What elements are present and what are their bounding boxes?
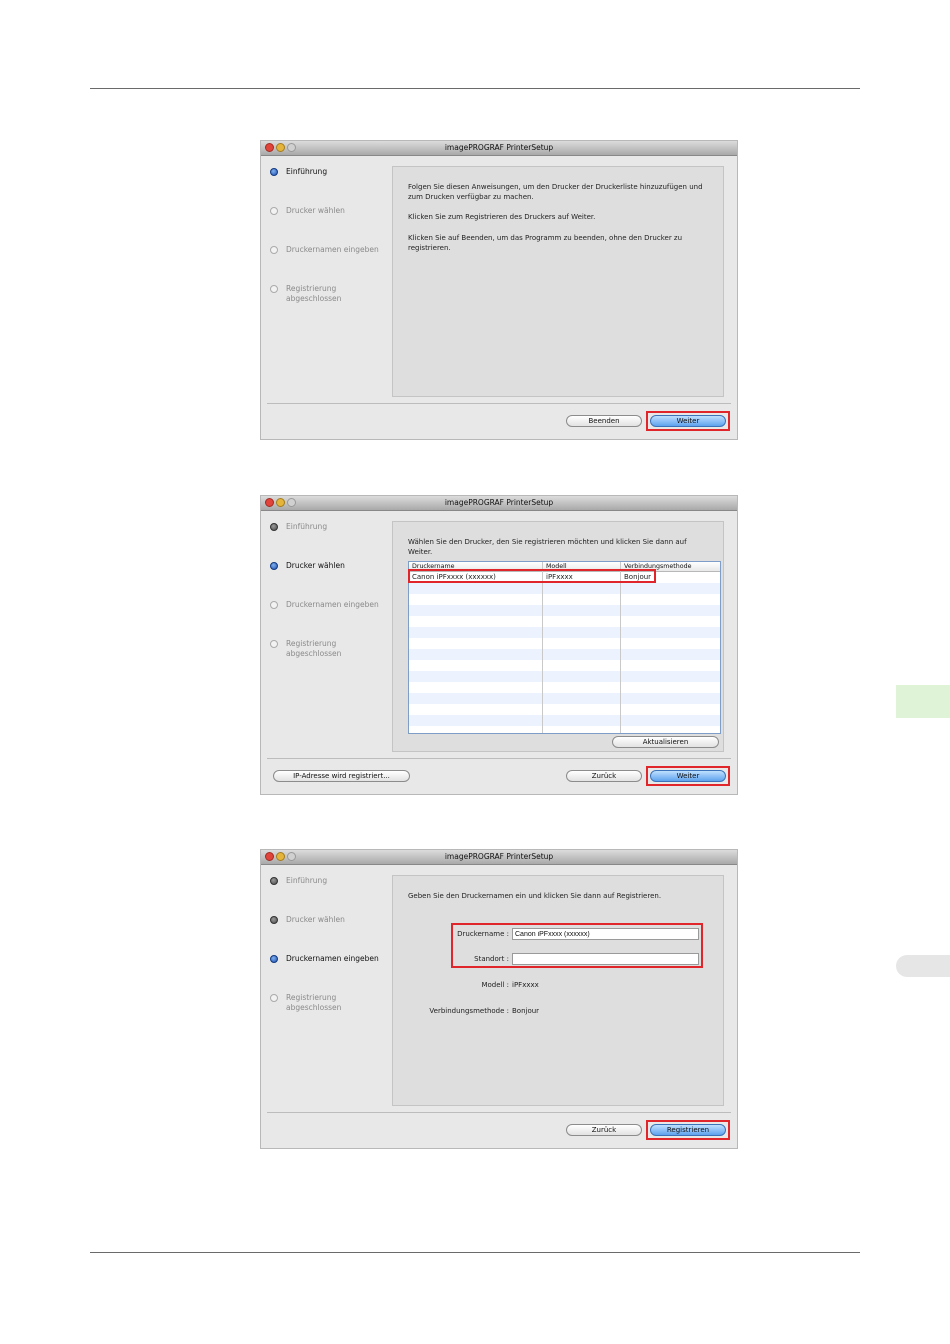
footer-separator bbox=[267, 758, 731, 759]
close-button[interactable] bbox=[265, 498, 274, 507]
table-row-empty bbox=[409, 682, 720, 693]
connection-method-value: Bonjour bbox=[512, 1007, 540, 1015]
quit-button[interactable]: Beenden bbox=[566, 415, 642, 427]
table-row-empty bbox=[409, 605, 720, 616]
register-ip-button[interactable]: IP-Adresse wird registriert... bbox=[273, 770, 410, 782]
intro-paragraph: Klicken Sie zum Registrieren des Drucker… bbox=[408, 213, 596, 221]
step-pending-icon bbox=[270, 207, 278, 215]
setup-window-enter-name: imagePROGRAF PrinterSetup Einführung Dru… bbox=[261, 850, 737, 1148]
step-active-icon bbox=[270, 562, 278, 570]
table-row-empty bbox=[409, 616, 720, 627]
window-titlebar: imagePROGRAF PrinterSetup bbox=[261, 496, 737, 511]
back-button[interactable]: Zurück bbox=[566, 770, 642, 782]
footer-separator bbox=[267, 1112, 731, 1113]
step-done-icon bbox=[270, 523, 278, 531]
printer-name-label: Druckername : bbox=[457, 930, 509, 938]
step-pending-icon bbox=[270, 994, 278, 1002]
step-pending-icon bbox=[270, 640, 278, 648]
name-instruction: Geben Sie den Druckernamen ein und klick… bbox=[408, 892, 662, 900]
table-row-empty bbox=[409, 726, 720, 733]
connection-method-label: Verbindungsmethode : bbox=[429, 1007, 509, 1015]
table-row-empty bbox=[409, 583, 720, 594]
window-title: imagePROGRAF PrinterSetup bbox=[444, 498, 554, 507]
column-divider bbox=[542, 562, 543, 733]
table-row-empty bbox=[409, 671, 720, 682]
close-button[interactable] bbox=[265, 852, 274, 861]
step-pending-icon bbox=[270, 246, 278, 254]
setup-window-intro: imagePROGRAF PrinterSetup Einführung Dru… bbox=[261, 141, 737, 439]
location-label: Standort : bbox=[474, 955, 509, 963]
table-row-empty bbox=[409, 715, 720, 726]
setup-window-select-printer: imagePROGRAF PrinterSetup Einführung Dru… bbox=[261, 496, 737, 794]
table-row-empty bbox=[409, 704, 720, 715]
highlight-box bbox=[408, 569, 656, 583]
table-row-empty bbox=[409, 693, 720, 704]
minimize-button[interactable] bbox=[276, 852, 285, 861]
back-button[interactable]: Zurück bbox=[566, 1124, 642, 1136]
step-done-icon bbox=[270, 877, 278, 885]
close-button[interactable] bbox=[265, 143, 274, 152]
section-side-tab bbox=[896, 955, 950, 977]
model-value: iPFxxxx bbox=[512, 981, 539, 989]
table-row-empty bbox=[409, 594, 720, 605]
minimize-button[interactable] bbox=[276, 498, 285, 507]
next-button[interactable]: Weiter bbox=[650, 770, 726, 782]
window-controls bbox=[265, 143, 298, 153]
refresh-button[interactable]: Aktualisieren bbox=[612, 736, 719, 748]
zoom-button[interactable] bbox=[287, 143, 296, 152]
table-row-empty bbox=[409, 660, 720, 671]
content-panel: Geben Sie den Druckernamen ein und klick… bbox=[392, 875, 724, 1106]
minimize-button[interactable] bbox=[276, 143, 285, 152]
next-button[interactable]: Weiter bbox=[650, 415, 726, 427]
step-active-icon bbox=[270, 168, 278, 176]
chapter-side-tab bbox=[896, 685, 950, 718]
intro-paragraph: Folgen Sie diesen Anweisungen, um den Dr… bbox=[408, 183, 703, 201]
column-divider bbox=[620, 562, 621, 733]
printer-name-input[interactable] bbox=[512, 928, 699, 940]
footer-separator bbox=[267, 403, 731, 404]
model-label: Modell : bbox=[481, 981, 509, 989]
step-active-icon bbox=[270, 955, 278, 963]
content-panel: Folgen Sie diesen Anweisungen, um den Dr… bbox=[392, 166, 724, 397]
page-top-rule bbox=[90, 88, 860, 89]
window-titlebar: imagePROGRAF PrinterSetup bbox=[261, 850, 737, 865]
table-row-empty bbox=[409, 627, 720, 638]
window-titlebar: imagePROGRAF PrinterSetup bbox=[261, 141, 737, 156]
window-title: imagePROGRAF PrinterSetup bbox=[444, 143, 554, 152]
zoom-button[interactable] bbox=[287, 498, 296, 507]
step-done-icon bbox=[270, 916, 278, 924]
table-row-empty bbox=[409, 649, 720, 660]
step-pending-icon bbox=[270, 285, 278, 293]
page-bottom-rule bbox=[90, 1252, 860, 1253]
intro-paragraph: Klicken Sie auf Beenden, um das Programm… bbox=[408, 234, 683, 252]
content-panel: Wählen Sie den Drucker, den Sie registri… bbox=[392, 521, 724, 752]
register-button[interactable]: Registrieren bbox=[650, 1124, 726, 1136]
table-row-empty bbox=[409, 638, 720, 649]
zoom-button[interactable] bbox=[287, 852, 296, 861]
select-instruction: Wählen Sie den Drucker, den Sie registri… bbox=[408, 538, 687, 556]
printer-table: Druckername Modell Verbindungsmethode Ca… bbox=[408, 561, 721, 734]
step-pending-icon bbox=[270, 601, 278, 609]
window-controls bbox=[265, 498, 298, 508]
window-controls bbox=[265, 852, 298, 862]
location-input[interactable] bbox=[512, 953, 699, 965]
window-title: imagePROGRAF PrinterSetup bbox=[444, 852, 554, 861]
